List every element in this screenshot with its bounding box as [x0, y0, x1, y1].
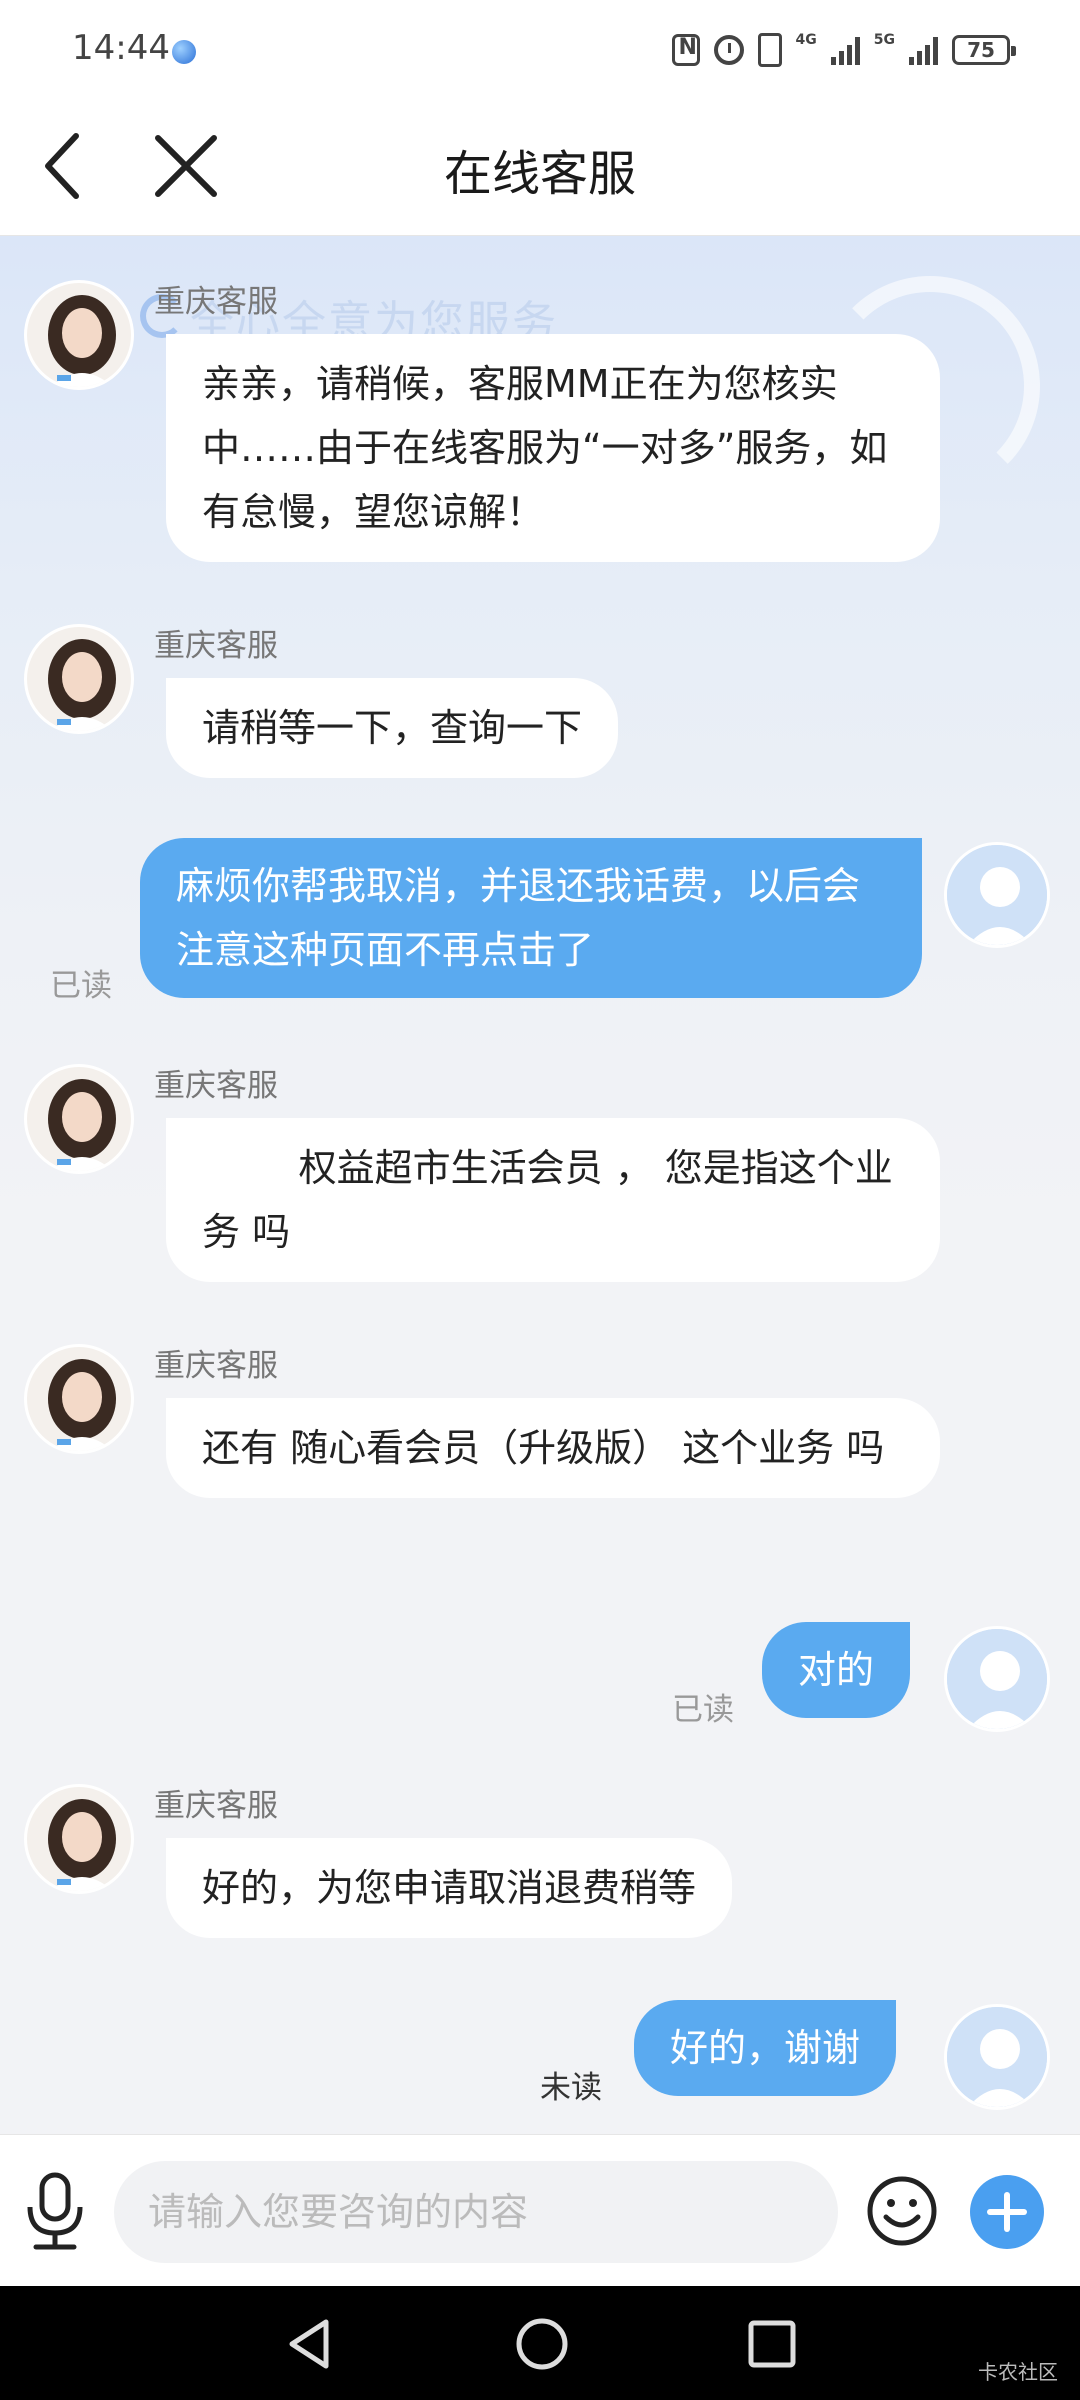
user-avatar-icon — [947, 845, 1047, 945]
agent-message-bubble[interactable]: 权益超市生活会员 ， 您是指这个业务 吗 — [166, 1118, 940, 1282]
agent-avatar-icon — [27, 283, 131, 387]
agent-name: 重庆客服 — [154, 628, 278, 664]
system-nav-bar: 卡农社区 — [0, 2286, 1080, 2400]
message-input[interactable] — [114, 2161, 838, 2263]
status-bar: 14:44 4G 5G 75 — [0, 0, 1080, 100]
nav-recents-button[interactable] — [744, 2316, 800, 2372]
more-options-button[interactable] — [970, 2175, 1044, 2249]
alarm-icon — [713, 35, 744, 65]
emoji-button[interactable] — [866, 2175, 938, 2247]
input-bar — [0, 2134, 1080, 2286]
agent-avatar-icon — [27, 627, 131, 731]
user-avatar[interactable] — [944, 2004, 1050, 2110]
agent-avatar[interactable] — [24, 624, 134, 734]
square-recents-icon — [748, 2320, 796, 2368]
user-message-bubble[interactable]: 好的，谢谢 — [634, 2000, 897, 2096]
nav-home-button[interactable] — [512, 2314, 572, 2374]
agent-name: 重庆客服 — [154, 1348, 278, 1384]
agent-message-bubble[interactable]: 好的，为您申请取消退费稍等 — [166, 1838, 733, 1938]
user-avatar[interactable] — [944, 842, 1050, 948]
page-title: 在线客服 — [443, 146, 636, 202]
smiley-icon — [867, 2176, 937, 2246]
agent-avatar[interactable] — [24, 1784, 134, 1894]
battery-icon: 75 — [952, 35, 1016, 65]
agent-avatar[interactable] — [24, 1064, 134, 1174]
user-message-bubble[interactable]: 对的 — [762, 1622, 911, 1718]
signal-icon-2 — [909, 35, 938, 65]
user-avatar-icon — [947, 2007, 1047, 2107]
agent-name: 重庆客服 — [154, 284, 278, 320]
nfc-icon — [671, 34, 700, 66]
network-type-2: 5G — [873, 32, 895, 48]
status-time: 14:44 — [72, 28, 170, 68]
agent-message-bubble[interactable]: 亲亲，请稍候，客服MM正在为您核实中……由于在线客服为“一对多”服务，如有怠慢，… — [166, 334, 940, 562]
user-message-bubble[interactable]: 麻烦你帮我取消，并退还我话费，以后会注意这种页面不再点击了 — [140, 838, 922, 998]
agent-name: 重庆客服 — [154, 1068, 278, 1104]
agent-message-bubble[interactable]: 请稍等一下，查询一下 — [166, 678, 619, 778]
vibrate-icon — [757, 33, 782, 67]
status-icons: 4G 5G 75 — [671, 30, 1016, 70]
app-notification-icon — [172, 40, 196, 64]
agent-avatar-icon — [27, 1787, 131, 1891]
read-status: 已读 — [50, 968, 112, 1004]
agent-name: 重庆客服 — [154, 1788, 278, 1824]
agent-message-bubble[interactable]: 还有 随心看会员（升级版） 这个业务 吗 — [166, 1398, 940, 1498]
agent-avatar[interactable] — [24, 1344, 134, 1454]
app-header: 在线客服 — [0, 100, 1080, 236]
user-avatar-icon — [947, 1629, 1047, 1729]
agent-avatar-icon — [27, 1067, 131, 1171]
unread-status: 未读 — [540, 2070, 602, 2106]
agent-avatar[interactable] — [24, 280, 134, 390]
triangle-back-icon — [289, 2319, 329, 2369]
watermark: 卡农社区 — [978, 2360, 1058, 2384]
chat-area[interactable]: 全心全意为您服务 重庆客服 亲亲，请稍候，客服MM正在为您核实中……由于在线客服… — [0, 236, 1080, 2134]
network-type-1: 4G — [795, 32, 817, 48]
agent-avatar-icon — [27, 1347, 131, 1451]
signal-icon-1 — [830, 35, 860, 65]
circle-home-icon — [516, 2318, 568, 2370]
plus-icon — [987, 2192, 1027, 2232]
microphone-icon — [27, 2172, 83, 2250]
user-avatar[interactable] — [944, 1626, 1050, 1732]
read-status: 已读 — [672, 1692, 734, 1728]
nav-back-button[interactable] — [280, 2314, 340, 2374]
voice-input-button[interactable] — [22, 2171, 88, 2251]
